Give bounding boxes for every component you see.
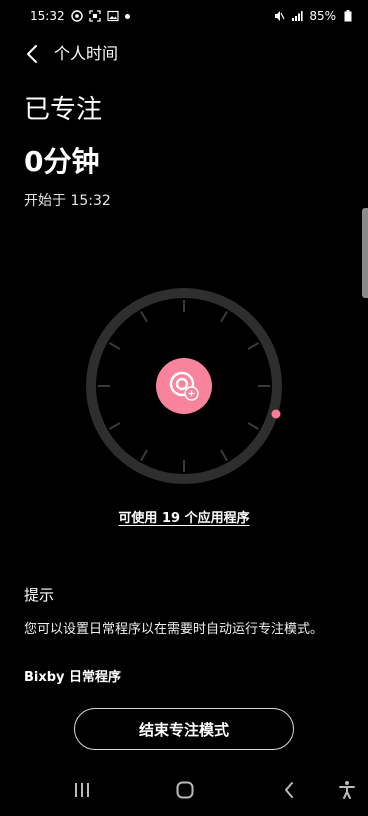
bixby-routines-link[interactable]: Bixby 日常程序 bbox=[24, 668, 121, 688]
focus-status-label: 已专注 bbox=[24, 95, 103, 125]
battery-percent: 85% bbox=[309, 9, 336, 23]
dial-tick bbox=[140, 449, 148, 461]
app-header: 个人时间 bbox=[0, 36, 368, 72]
focus-duration: 0分钟 bbox=[24, 145, 100, 178]
dial-tick bbox=[109, 342, 121, 350]
screenshot-icon bbox=[88, 10, 101, 22]
status-right: 85% bbox=[273, 9, 354, 23]
dial-center-button[interactable] bbox=[156, 358, 212, 414]
status-left: 15:32 bbox=[30, 9, 130, 23]
focus-mode-icon bbox=[70, 10, 83, 22]
focus-dial bbox=[84, 286, 284, 486]
page-title: 个人时间 bbox=[54, 44, 119, 63]
dial-tick bbox=[140, 311, 148, 323]
tip-heading: 提示 bbox=[24, 586, 55, 604]
home-icon bbox=[176, 781, 194, 799]
accessibility-icon bbox=[339, 781, 355, 799]
scroll-handle[interactable] bbox=[362, 208, 368, 298]
signal-icon bbox=[291, 10, 303, 22]
home-button[interactable] bbox=[171, 776, 199, 804]
status-bar: 15:32 85% bbox=[0, 0, 368, 32]
dial-tick bbox=[109, 422, 121, 430]
status-time: 15:32 bbox=[30, 9, 65, 23]
notification-dot-icon bbox=[124, 13, 130, 19]
available-apps-link[interactable]: 可使用 19 个应用程序 bbox=[118, 511, 249, 526]
mute-icon bbox=[273, 10, 285, 22]
image-icon bbox=[106, 10, 119, 22]
end-focus-mode-button[interactable]: 结束专注模式 bbox=[74, 708, 294, 750]
recent-apps-icon bbox=[75, 783, 89, 797]
back-button[interactable] bbox=[20, 42, 44, 66]
tip-body: 您可以设置日常程序以在需要时自动运行专注模式。 bbox=[24, 622, 324, 637]
nav-back-button[interactable] bbox=[275, 776, 303, 804]
dial-tick bbox=[247, 342, 259, 350]
navigation-bar bbox=[0, 764, 368, 816]
dial-tick bbox=[220, 311, 228, 323]
apps-link-container: 可使用 19 个应用程序 bbox=[0, 509, 368, 529]
recent-apps-button[interactable] bbox=[68, 776, 96, 804]
dial-tick bbox=[247, 422, 259, 430]
battery-icon bbox=[342, 10, 354, 22]
focus-start-time: 开始于 15:32 bbox=[24, 193, 111, 209]
dial-tick bbox=[220, 449, 228, 461]
dial-progress-indicator bbox=[271, 409, 281, 419]
back-icon bbox=[285, 782, 293, 798]
chevron-left-icon bbox=[27, 45, 37, 63]
accessibility-button[interactable] bbox=[333, 776, 361, 804]
